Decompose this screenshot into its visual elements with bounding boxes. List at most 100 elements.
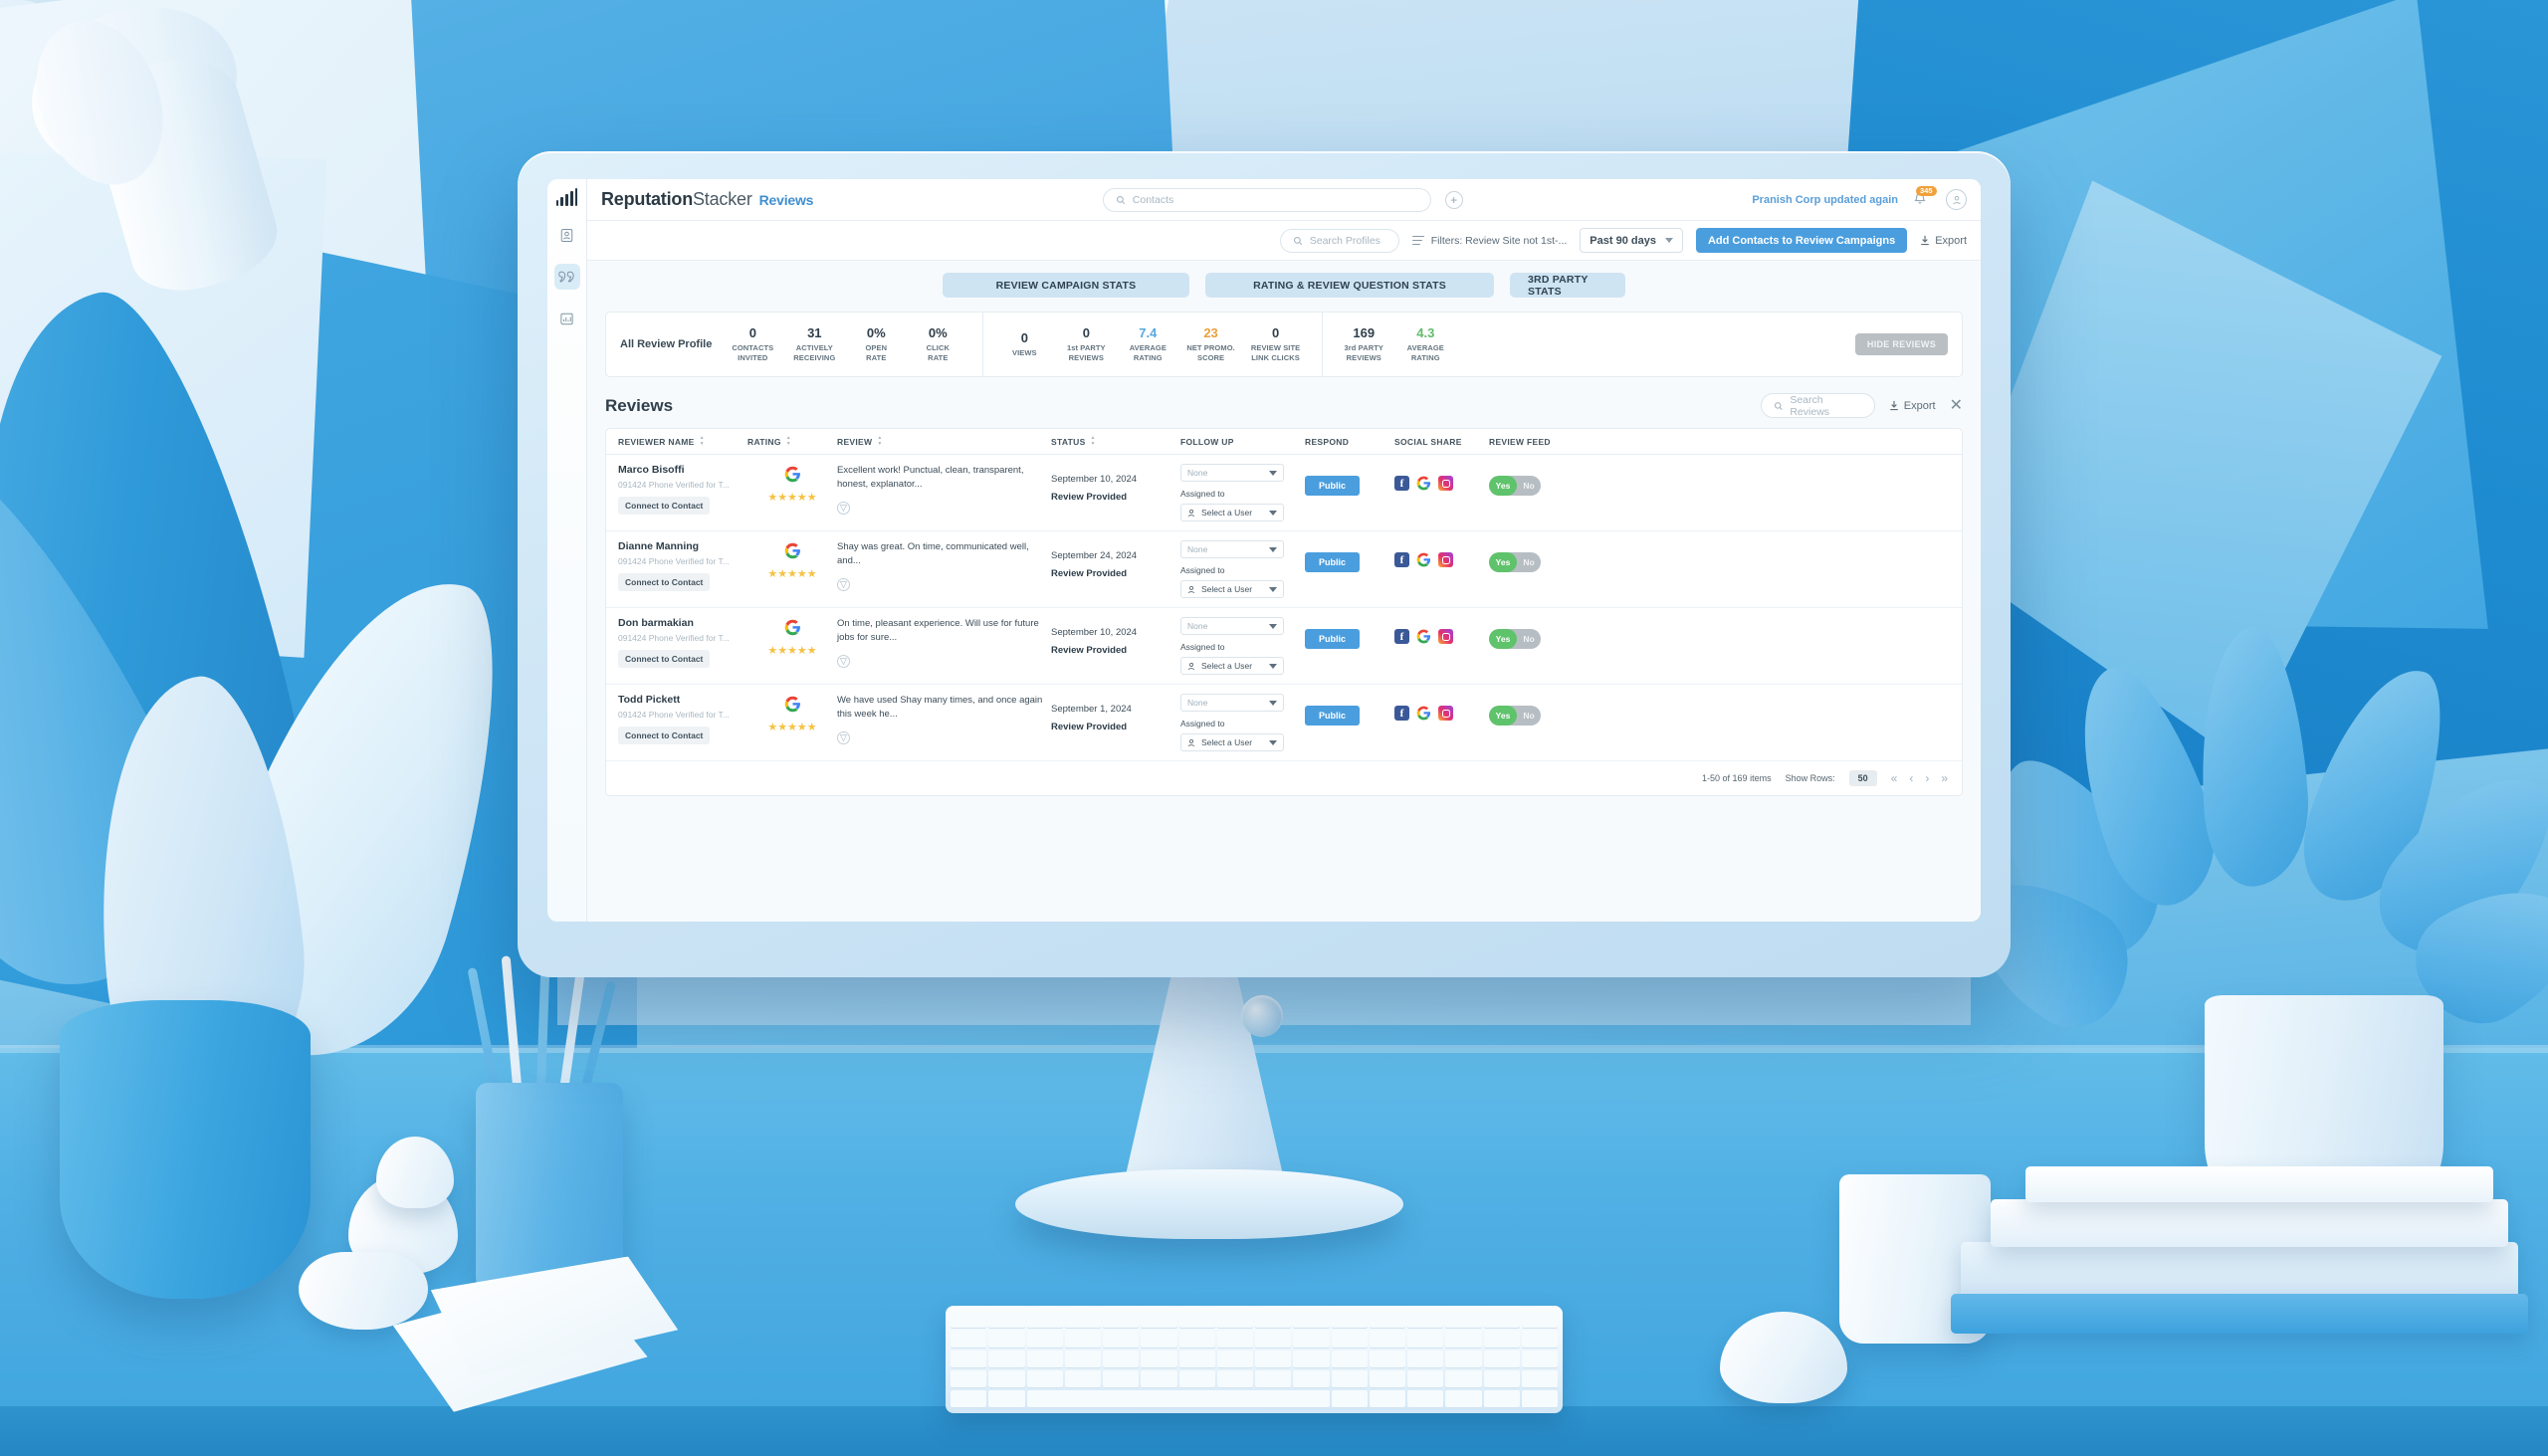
stats-tabs: REVIEW CAMPAIGN STATS RATING & REVIEW QU… (605, 273, 1963, 298)
sidebar-item-contacts[interactable] (554, 222, 580, 248)
notification-message[interactable]: Pranish Corp updated again (1752, 194, 1898, 206)
connect-to-contact-button[interactable]: Connect to Contact (618, 650, 711, 668)
cell-reviewer: Todd Pickett 091424 Phone Verified for T… (618, 694, 747, 744)
table-row[interactable]: Dianne Manning 091424 Phone Verified for… (606, 531, 1962, 608)
search-profiles-input[interactable]: Search Profiles (1279, 228, 1399, 253)
prev-page-button[interactable]: ‹ (1909, 771, 1913, 785)
facebook-icon[interactable]: f (1394, 629, 1409, 644)
table-row[interactable]: Don barmakian 091424 Phone Verified for … (606, 608, 1962, 685)
facebook-icon[interactable]: f (1394, 476, 1409, 491)
tab-3rd-party-stats[interactable]: 3RD PARTY STATS (1510, 273, 1625, 298)
toggle-yes[interactable]: Yes (1489, 629, 1517, 649)
toggle-no[interactable]: No (1517, 711, 1541, 721)
connect-to-contact-button[interactable]: Connect to Contact (618, 573, 711, 591)
review-feed-toggle[interactable]: Yes No (1489, 629, 1541, 649)
toggle-no[interactable]: No (1517, 481, 1541, 491)
instagram-icon[interactable] (1438, 476, 1453, 491)
review-feed-toggle[interactable]: Yes No (1489, 476, 1541, 496)
column-header-rating[interactable]: RATING ▲ ▼ (747, 436, 837, 447)
toggle-no[interactable]: No (1517, 557, 1541, 567)
keyboard[interactable] (946, 1306, 1563, 1413)
chevron-down-icon (1269, 470, 1277, 476)
download-icon (1890, 400, 1898, 411)
facebook-icon[interactable]: f (1394, 706, 1409, 721)
table-row[interactable]: Marco Bisoffi 091424 Phone Verified for … (606, 455, 1962, 531)
toggle-yes[interactable]: Yes (1489, 476, 1517, 496)
review-feed-toggle[interactable]: Yes No (1489, 552, 1541, 572)
reputationstacker-app: ReputationStacker Reviews Contacts + Pran… (547, 179, 1981, 922)
sort-icon[interactable]: ▲ ▼ (877, 436, 882, 447)
follow-up-select[interactable]: None (1180, 464, 1284, 482)
export-button[interactable]: Export (1920, 235, 1967, 247)
respond-public-button[interactable]: Public (1305, 629, 1361, 649)
sidebar-item-reviews[interactable] (553, 264, 580, 290)
first-page-button[interactable]: « (1891, 771, 1898, 785)
user-avatar-icon[interactable] (1946, 189, 1968, 210)
add-contacts-to-campaigns-button[interactable]: Add Contacts to Review Campaigns (1695, 228, 1908, 253)
filters-button[interactable]: Filters: Review Site not 1st-... (1411, 235, 1567, 247)
tab-rating-review-question-stats[interactable]: RATING & REVIEW QUESTION STATS (1205, 273, 1494, 298)
close-icon[interactable]: ✕ (1950, 397, 1963, 414)
show-rows-label: Show Rows: (1785, 773, 1835, 783)
monitor-power-button[interactable] (1241, 995, 1283, 1037)
rows-per-page-value[interactable]: 50 (1848, 770, 1877, 786)
follow-up-select[interactable]: None (1180, 694, 1284, 712)
reviews-export-button[interactable]: Export (1889, 400, 1936, 412)
cell-review: We have used Shay many times, and once a… (837, 694, 1051, 744)
instagram-icon[interactable] (1438, 629, 1453, 644)
contacts-search-input[interactable]: Contacts (1102, 187, 1431, 212)
review-text: Shay was great. On time, communicated we… (837, 541, 1029, 567)
hide-reviews-button[interactable]: HIDE REVIEWS (1854, 333, 1948, 355)
google-icon[interactable] (1416, 552, 1431, 567)
google-icon[interactable] (1416, 476, 1431, 491)
sort-icon[interactable]: ▲ ▼ (700, 436, 705, 447)
connect-to-contact-button[interactable]: Connect to Contact (618, 727, 711, 744)
cell-status: September 1, 2024 Review Provided (1051, 694, 1180, 732)
respond-public-button[interactable]: Public (1305, 552, 1361, 572)
google-icon[interactable] (1416, 629, 1431, 644)
cell-follow-up: None Assigned to Select a User (1180, 617, 1305, 675)
sort-icon[interactable]: ▲ ▼ (1091, 436, 1096, 447)
facebook-icon[interactable]: f (1394, 552, 1409, 567)
instagram-icon[interactable] (1438, 706, 1453, 721)
column-header-status[interactable]: STATUS ▲ ▼ (1051, 436, 1180, 447)
toggle-no[interactable]: No (1517, 634, 1541, 644)
sort-icon[interactable]: ▲ ▼ (786, 436, 791, 447)
respond-public-button[interactable]: Public (1305, 476, 1361, 496)
table-row[interactable]: Todd Pickett 091424 Phone Verified for T… (606, 685, 1962, 761)
review-date: September 1, 2024 (1051, 704, 1132, 715)
expand-circle-icon[interactable]: ▽ (837, 654, 850, 668)
tab-review-campaign-stats[interactable]: REVIEW CAMPAIGN STATS (943, 273, 1189, 298)
plus-circle-icon[interactable]: + (1444, 190, 1463, 209)
respond-public-button[interactable]: Public (1305, 706, 1361, 726)
last-page-button[interactable]: » (1941, 771, 1948, 785)
follow-up-select[interactable]: None (1180, 617, 1284, 635)
bell-icon[interactable]: 345 (1912, 185, 1937, 210)
monitor-stand-base (1015, 1169, 1403, 1239)
sidebar-item-analytics[interactable] (554, 306, 580, 331)
assign-user-select[interactable]: Select a User (1180, 733, 1284, 751)
expand-circle-icon[interactable]: ▽ (837, 501, 850, 515)
toggle-yes[interactable]: Yes (1489, 552, 1517, 572)
google-icon[interactable] (1416, 706, 1431, 721)
connect-to-contact-button[interactable]: Connect to Contact (618, 497, 711, 515)
stat-label: AVERAGE RATING (1406, 343, 1444, 362)
column-header-reviewer-name[interactable]: REVIEWER NAME ▲ ▼ (618, 436, 747, 447)
toggle-yes[interactable]: Yes (1489, 706, 1517, 726)
filter-lines-icon (1411, 235, 1424, 246)
stat-click-rate: 0% CLICK RATE (907, 325, 968, 362)
stats-group-rating: 0 VIEWS 0 1st PARTY REVIEWS 7.4 AVERAGE … (982, 312, 1308, 376)
date-range-select[interactable]: Past 90 days (1580, 228, 1683, 253)
assign-user-select[interactable]: Select a User (1180, 580, 1284, 598)
next-page-button[interactable]: › (1925, 771, 1929, 785)
expand-circle-icon[interactable]: ▽ (837, 577, 850, 591)
expand-circle-icon[interactable]: ▽ (837, 730, 850, 744)
instagram-icon[interactable] (1438, 552, 1453, 567)
assign-user-select[interactable]: Select a User (1180, 504, 1284, 521)
search-reviews-input[interactable]: Search Reviews (1760, 393, 1875, 418)
cell-rating: ★★★★★ (747, 617, 837, 657)
review-feed-toggle[interactable]: Yes No (1489, 706, 1541, 726)
assign-user-select[interactable]: Select a User (1180, 657, 1284, 675)
column-header-review[interactable]: REVIEW ▲ ▼ (837, 436, 1051, 447)
follow-up-select[interactable]: None (1180, 540, 1284, 558)
